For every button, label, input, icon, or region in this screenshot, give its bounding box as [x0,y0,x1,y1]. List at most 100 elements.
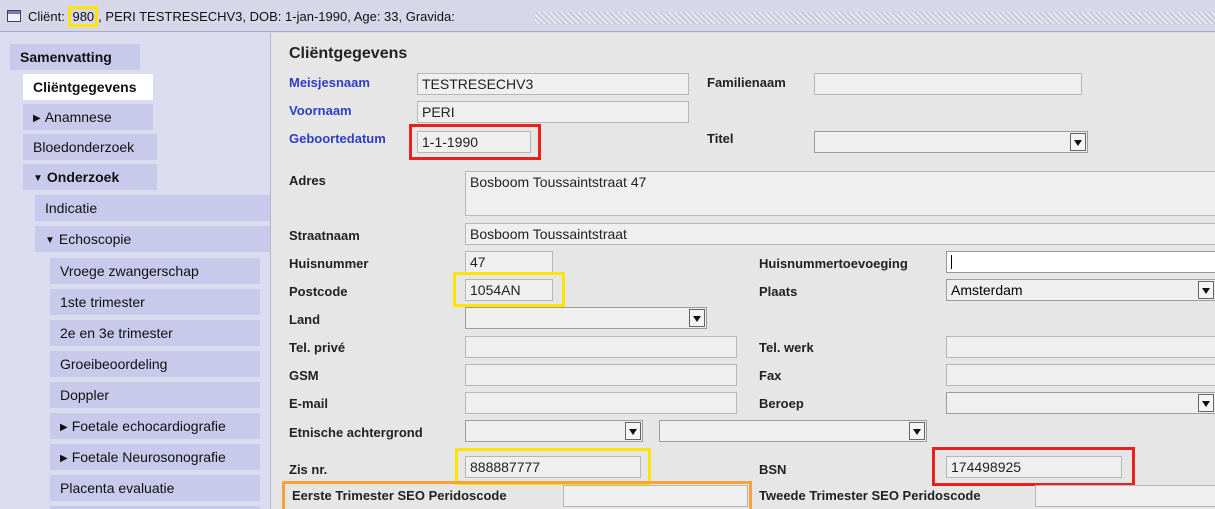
text-cursor [951,255,952,269]
sidebar-item-onderzoek[interactable]: ▼ Onderzoek [23,164,157,190]
zis-label: Zis nr. [289,462,328,477]
chevron-down-icon[interactable] [1198,394,1214,412]
sidebar-item-2e-3e-trimester[interactable]: 2e en 3e trimester [50,320,260,346]
sidebar-item-foetale-neurosonografie[interactable]: ▶ Foetale Neurosonografie [50,444,260,470]
tweede-seo-field[interactable] [1035,485,1215,507]
voornaam-label: Voornaam [289,103,352,118]
land-select[interactable] [465,307,707,329]
bsn-label: BSN [759,462,787,477]
title-rest: , PERI TESTRESECHV3, DOB: 1-jan-1990, Ag… [98,9,455,24]
titel-label: Titel [707,131,734,146]
sidebar-item-label: Samenvatting [20,49,112,65]
plaats-select[interactable]: Amsterdam [946,279,1215,301]
huisnummer-label: Huisnummer [289,256,369,271]
sidebar-item-label: 2e en 3e trimester [60,325,173,341]
plaats-label: Plaats [759,284,798,299]
adres-label: Adres [289,173,326,188]
sidebar-item-clientgegevens[interactable]: Cliëntgegevens [23,74,153,100]
sidebar-item-foetale-echocardiografie[interactable]: ▶ Foetale echocardiografie [50,413,260,439]
client-number: 980 [68,6,99,27]
straatnaam-label: Straatnaam [289,228,360,243]
beroep-label: Beroep [759,396,804,411]
meisjesnaam-field[interactable]: TESTRESECHV3 [417,73,689,95]
sidebar-item-bloedonderzoek[interactable]: Bloedonderzoek [23,134,157,160]
geboortedatum-label: Geboortedatum [289,131,386,146]
email-field[interactable] [465,392,737,414]
huisnummer-field[interactable]: 47 [465,251,553,273]
tel-prive-label: Tel. privé [289,340,346,355]
window-icon[interactable] [7,10,21,22]
title-bar-pattern [535,12,1215,24]
geboortedatum-field[interactable]: 1-1-1990 [417,131,531,153]
sidebar: Samenvatting Cliëntgegevens ▶ Anamnese Bl… [0,33,270,509]
postcode-field[interactable]: 1054AN [465,279,553,301]
sidebar-item-label: Doppler [60,387,110,403]
sidebar-item-label: Placenta evaluatie [60,480,175,496]
sidebar-item-echoscopie[interactable]: ▼ Echoscopie [35,226,270,252]
chevron-down-icon[interactable] [909,422,925,440]
triangle-down-icon: ▼ [45,235,55,246]
sidebar-item-label: Groeibeoordeling [60,356,168,372]
window-title: Cliënt: 980, PERI TESTRESECHV3, DOB: 1-j… [28,6,455,27]
sidebar-item-label: Anamnese [44,109,112,125]
bsn-field[interactable]: 174498925 [946,456,1122,478]
gsm-label: GSM [289,368,319,383]
window-title-bar: Cliënt: 980, PERI TESTRESECHV3, DOB: 1-j… [0,0,1215,32]
postcode-label: Postcode [289,284,348,299]
sidebar-item-indicatie[interactable]: Indicatie [35,195,270,221]
plaats-value: Amsterdam [951,282,1023,298]
sidebar-item-vroege-zwangerschap[interactable]: Vroege zwangerschap [50,258,260,284]
fax-label: Fax [759,368,782,383]
sidebar-item-label: Bloedonderzoek [33,139,135,155]
huisnummertoevoeging-field[interactable] [946,251,1215,273]
sidebar-item-samenvatting[interactable]: Samenvatting [10,44,140,70]
familienaam-field[interactable] [814,73,1082,95]
sidebar-item-label: Cliëntgegevens [33,79,137,95]
email-label: E-mail [289,396,329,411]
chevron-down-icon[interactable] [689,309,705,327]
gsm-field[interactable] [465,364,737,386]
tel-werk-field[interactable] [946,336,1215,358]
triangle-right-icon: ▶ [60,422,68,433]
chevron-down-icon[interactable] [1070,133,1086,151]
sidebar-item-label: Echoscopie [58,231,132,247]
fax-field[interactable] [946,364,1215,386]
eerste-seo-label: Eerste Trimester SEO Peridoscode [292,488,507,503]
straatnaam-field[interactable]: Bosboom Toussaintstraat [465,223,1215,245]
titel-select[interactable] [814,131,1088,153]
adres-field[interactable]: Bosboom Toussaintstraat 47 [465,171,1215,216]
zis-field[interactable]: 888887777 [465,456,641,478]
tel-prive-field[interactable] [465,336,737,358]
title-prefix: Cliënt: [28,9,69,24]
sidebar-item-1ste-trimester[interactable]: 1ste trimester [50,289,260,315]
sidebar-item-placenta-evaluatie[interactable]: Placenta evaluatie [50,475,260,501]
triangle-right-icon: ▶ [60,453,68,464]
etnische-achtergrond-label: Etnische achtergrond [289,425,423,440]
sidebar-item-label: Foetale echocardiografie [71,418,226,434]
beroep-select[interactable] [946,392,1215,414]
client-details-panel: Cliëntgegevens Meisjesnaam TESTRESECHV3 … [270,33,1215,509]
sidebar-item-label: Foetale Neurosonografie [71,449,226,465]
triangle-down-icon: ▼ [33,173,43,184]
sidebar-item-doppler[interactable]: Doppler [50,382,260,408]
page-title: Cliëntgegevens [289,45,408,62]
sidebar-item-label: Vroege zwangerschap [60,263,199,279]
sidebar-item-label: Indicatie [45,200,98,216]
sidebar-item-label: Onderzoek [46,169,120,185]
tel-werk-label: Tel. werk [759,340,814,355]
triangle-right-icon: ▶ [33,113,41,124]
tweede-seo-label: Tweede Trimester SEO Peridoscode [759,488,981,503]
chevron-down-icon[interactable] [625,422,641,440]
huisnummertoevoeging-label: Huisnummertoevoeging [759,256,908,271]
eerste-seo-field[interactable] [563,485,748,507]
sidebar-item-anamnese[interactable]: ▶ Anamnese [23,104,153,130]
sidebar-item-groeibeoordeling[interactable]: Groeibeoordeling [50,351,260,377]
land-label: Land [289,312,321,327]
sidebar-item-label: 1ste trimester [60,294,145,310]
chevron-down-icon[interactable] [1198,281,1214,299]
voornaam-field[interactable]: PERI [417,101,689,123]
etnische-achtergrond-select-2[interactable] [659,420,927,442]
familienaam-label: Familienaam [707,75,786,90]
meisjesnaam-label: Meisjesnaam [289,75,370,90]
etnische-achtergrond-select[interactable] [465,420,643,442]
